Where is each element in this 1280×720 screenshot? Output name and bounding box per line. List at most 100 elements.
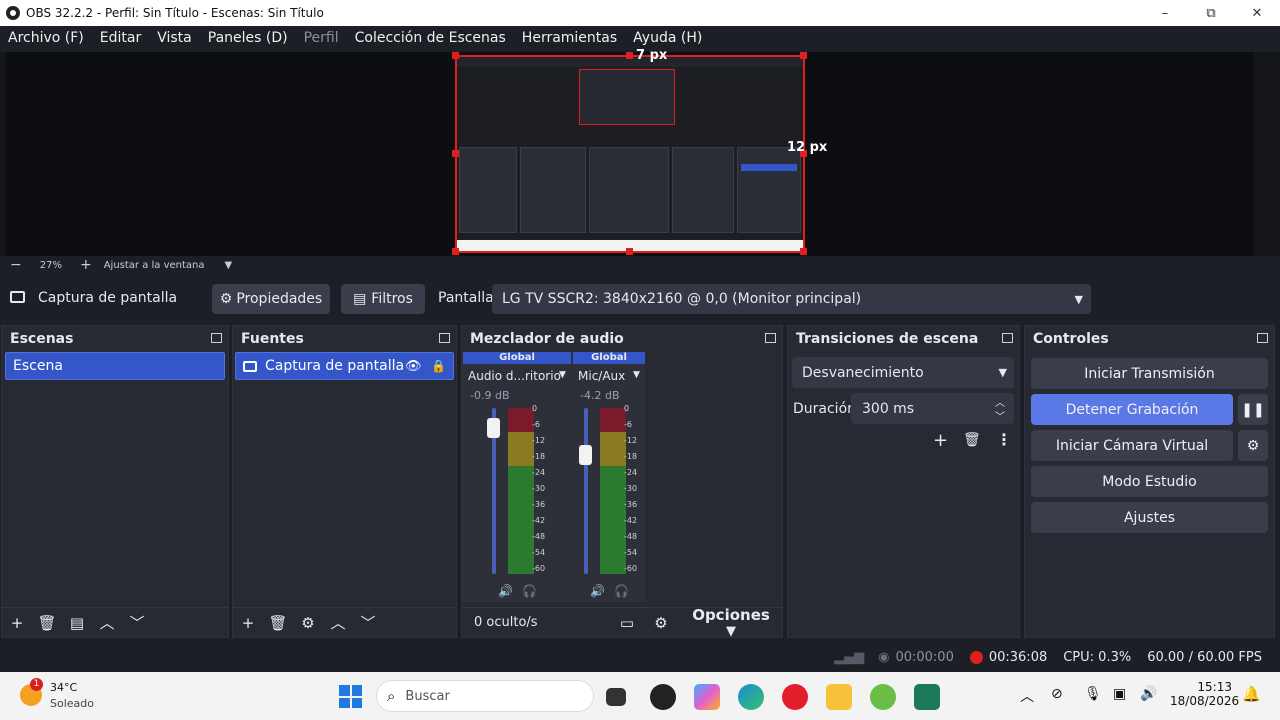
settings-button[interactable]: Ajustes <box>1031 502 1268 533</box>
duration-spinbox[interactable]: 300 ms ︿ ﹀ <box>851 393 1014 424</box>
layout-icon[interactable]: ▭ <box>612 614 642 632</box>
edge-icon[interactable] <box>738 684 764 710</box>
notification-icon[interactable]: 🔔 <box>1242 685 1261 703</box>
crop-right-label: 12 px <box>787 140 828 155</box>
pause-recording-button[interactable]: ❚❚ <box>1238 394 1268 425</box>
resize-handle-bl[interactable] <box>452 248 459 255</box>
source-properties-icon[interactable]: ⚙ <box>293 614 323 632</box>
chevron-down-icon: ▼ <box>998 366 1007 379</box>
windows-start-icon[interactable] <box>339 685 362 708</box>
mixer-settings-icon[interactable]: ⚙ <box>646 614 676 632</box>
clock-date: 18/08/2026 <box>1170 694 1240 708</box>
eye-icon[interactable]: 👁 <box>405 359 422 374</box>
undock-icon[interactable] <box>1002 333 1013 343</box>
scene-filters-icon[interactable]: ▤ <box>62 614 92 632</box>
minimize-button[interactable]: – <box>1142 0 1188 26</box>
display-select[interactable]: LG TV SSCR2: 3840x2160 @ 0,0 (Monitor pr… <box>492 284 1091 314</box>
properties-button[interactable]: ⚙ Propiedades <box>212 284 330 314</box>
zoom-in-button[interactable]: + <box>80 257 92 273</box>
volume-icon[interactable]: 🔊 <box>1140 686 1157 702</box>
resize-handle-t[interactable] <box>626 52 633 59</box>
fader-track[interactable] <box>584 408 588 574</box>
speaker-icon[interactable]: 🔊 <box>498 584 513 598</box>
preview-source-capture[interactable] <box>455 55 805 253</box>
resize-handle-tr[interactable] <box>800 52 807 59</box>
scene-item[interactable]: Escena <box>5 352 225 380</box>
menu-coleccion-escenas[interactable]: Colección de Escenas <box>347 30 514 46</box>
window-titlebar: OBS 32.2.2 - Perfil: Sin Título - Escena… <box>0 0 1280 26</box>
start-virtual-camera-button[interactable]: Iniciar Cámara Virtual <box>1031 430 1233 461</box>
channel-name-1[interactable]: Audio d...ritorio <box>468 369 561 383</box>
headphones-icon[interactable]: 🎧 <box>614 584 629 598</box>
obs-taskbar-icon[interactable] <box>650 684 676 710</box>
opera-icon[interactable] <box>782 684 808 710</box>
meter-scale-label: -24 <box>532 468 546 477</box>
more-options-icon[interactable]: ⋮ <box>996 430 1012 449</box>
spin-up-icon[interactable]: ︿ <box>995 394 1005 409</box>
add-scene-icon[interactable]: + <box>2 614 32 632</box>
remove-source-icon[interactable]: 🗑 <box>263 614 293 632</box>
task-view-icon[interactable] <box>606 688 626 706</box>
move-up-icon[interactable]: ︿ <box>323 612 353 633</box>
menu-archivo[interactable]: Archivo (F) <box>0 30 92 46</box>
capture-panel-controls <box>737 147 801 233</box>
remove-transition-icon[interactable]: 🗑 <box>963 432 981 448</box>
fader-handle[interactable] <box>579 444 592 465</box>
spin-down-icon[interactable]: ﹀ <box>995 408 1005 423</box>
menu-vista[interactable]: Vista <box>149 30 200 46</box>
undock-icon[interactable] <box>765 333 776 343</box>
utorrent-icon[interactable] <box>870 684 896 710</box>
copilot-icon[interactable] <box>694 684 720 710</box>
close-button[interactable]: ✕ <box>1234 0 1280 26</box>
chevron-down-icon[interactable]: ▼ <box>633 370 640 380</box>
pause-icon: ❚❚ <box>1241 401 1265 418</box>
move-up-icon[interactable]: ︿ <box>92 612 122 633</box>
app-icon[interactable] <box>914 684 940 710</box>
move-down-icon[interactable]: ﹀ <box>353 612 383 633</box>
studio-mode-button[interactable]: Modo Estudio <box>1031 466 1268 497</box>
chevron-up-icon[interactable]: ︿ <box>1020 686 1034 706</box>
menu-herramientas[interactable]: Herramientas <box>514 30 625 46</box>
zoom-out-button[interactable]: − <box>10 257 22 273</box>
menu-paneles[interactable]: Paneles (D) <box>200 30 296 46</box>
meter-scale-label: -60 <box>532 564 546 573</box>
stop-recording-button[interactable]: Detener Grabación <box>1031 394 1233 425</box>
zoom-fit-label: Ajustar a la ventana <box>103 259 205 271</box>
add-transition-icon[interactable]: + <box>933 430 948 451</box>
undock-icon[interactable] <box>1257 333 1268 343</box>
filters-button[interactable]: ▤ Filtros <box>341 284 425 314</box>
clock[interactable]: 15:13 18/08/2026 <box>1170 680 1240 708</box>
resize-handle-br[interactable] <box>800 248 807 255</box>
source-item[interactable]: Captura de pantalla 👁 🔒 <box>235 352 454 380</box>
meter-scale-label: -48 <box>532 532 546 541</box>
mixer-options-button[interactable]: Opciones ▼ <box>688 606 774 639</box>
resize-handle-l[interactable] <box>452 150 459 157</box>
add-source-icon[interactable]: + <box>233 614 263 632</box>
remove-scene-icon[interactable]: 🗑 <box>32 614 62 632</box>
resize-handle-tl[interactable] <box>452 52 459 59</box>
start-stream-button[interactable]: Iniciar Transmisión <box>1031 358 1268 389</box>
move-down-icon[interactable]: ﹀ <box>122 612 152 633</box>
virtual-camera-settings-button[interactable]: ⚙ <box>1238 430 1268 461</box>
headphones-icon[interactable]: 🎧 <box>522 584 537 598</box>
microphone-icon[interactable]: 🎙 <box>1084 686 1102 702</box>
channel-name-2[interactable]: Mic/Aux <box>578 369 625 383</box>
file-explorer-icon[interactable] <box>826 684 852 710</box>
weather-widget[interactable]: 1 34°C Soleado <box>18 678 98 714</box>
speaker-icon[interactable]: 🔊 <box>590 584 605 598</box>
network-icon[interactable]: ⊘ <box>1051 686 1063 702</box>
chevron-down-icon[interactable]: ▼ <box>559 370 566 380</box>
undock-icon[interactable] <box>439 333 450 343</box>
search-box[interactable]: ⌕ Buscar <box>376 680 594 712</box>
display-icon[interactable]: ▣ <box>1113 686 1126 702</box>
lock-icon[interactable]: 🔒 <box>431 359 446 373</box>
restore-button[interactable]: ⧉ <box>1188 0 1234 26</box>
menu-perfil[interactable]: Perfil <box>296 30 347 46</box>
resize-handle-b[interactable] <box>626 248 633 255</box>
fader-handle[interactable] <box>487 417 500 438</box>
transition-select[interactable]: Desvanecimiento ▼ <box>792 357 1014 388</box>
menu-editar[interactable]: Editar <box>92 30 149 46</box>
zoom-menu-button[interactable]: ▼ <box>225 260 233 271</box>
menu-ayuda[interactable]: Ayuda (H) <box>625 30 710 46</box>
undock-icon[interactable] <box>211 333 222 343</box>
